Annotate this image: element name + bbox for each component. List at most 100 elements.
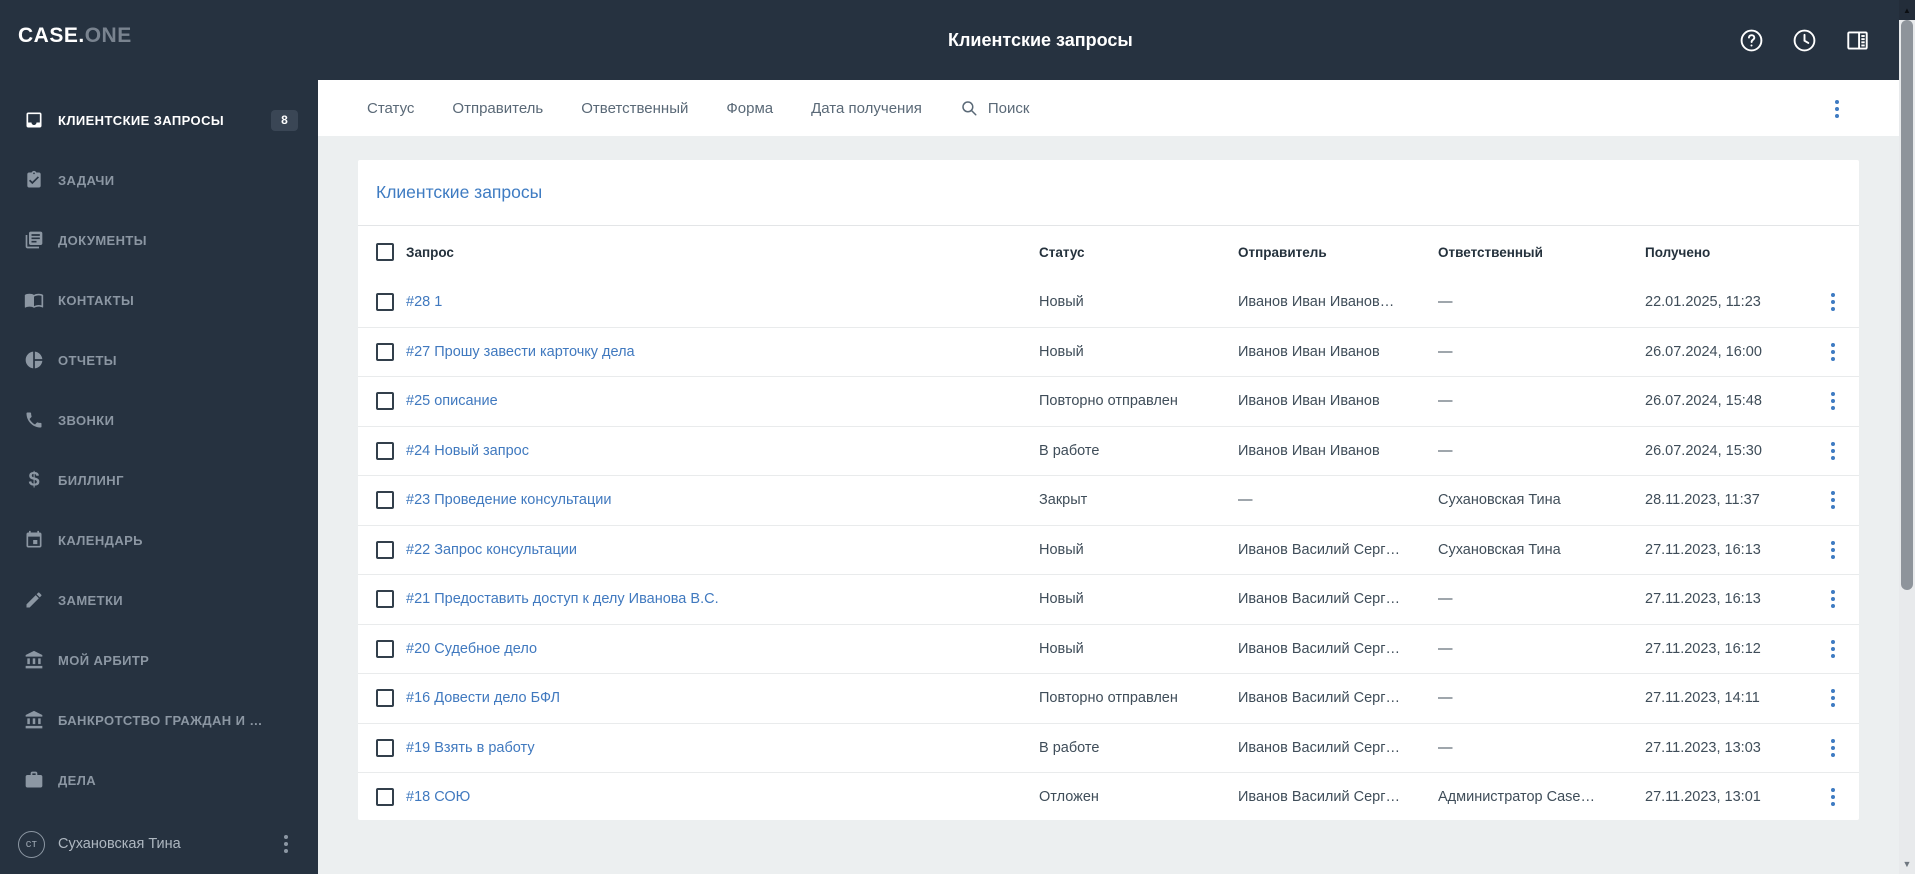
col-header-sender[interactable]: Отправитель [1238, 245, 1438, 260]
calendar-icon [24, 530, 44, 550]
sidebar-item-6[interactable]: $ БИЛЛИНГ [0, 450, 318, 510]
sidebar-item-2[interactable]: ДОКУМЕНТЫ [0, 210, 318, 270]
row-checkbox[interactable] [376, 689, 394, 708]
responsible-cell: — [1438, 591, 1453, 608]
table-body: #28 1 Новый Иванов Иван Иванов… — 22.01.… [358, 278, 1859, 820]
table-row: #22 Запрос консультации Новый Иванов Вас… [358, 526, 1859, 575]
row-checkbox[interactable] [376, 491, 394, 510]
history-clock-icon[interactable] [1791, 27, 1818, 54]
sidebar-item-7[interactable]: КАЛЕНДАРЬ [0, 510, 318, 570]
reports-icon [24, 350, 44, 370]
received-cell: 22.01.2025, 11:23 [1645, 294, 1761, 311]
bank-icon [24, 710, 44, 730]
request-link[interactable]: #27 Прошу завести карточку дела [406, 344, 1039, 360]
scrollbar-down-arrow-icon[interactable] [1899, 856, 1915, 872]
row-kebab-icon[interactable] [1827, 784, 1839, 810]
received-cell: 28.11.2023, 11:37 [1645, 492, 1760, 509]
layout-columns-icon[interactable] [1844, 27, 1871, 54]
responsible-cell: Сухановская Тина [1438, 541, 1561, 558]
inbox-icon [24, 110, 44, 130]
request-link[interactable]: #21 Предоставить доступ к делу Иванова В… [406, 591, 1039, 607]
filter-item-2[interactable]: Ответственный [581, 100, 688, 117]
scrollbar-up-arrow-icon[interactable] [1899, 0, 1915, 20]
sidebar-item-5[interactable]: ЗВОНКИ [0, 390, 318, 450]
main-content: Статус Отправитель Ответственный Форма Дата … [318, 80, 1899, 874]
status-cell: Новый [1039, 640, 1084, 657]
row-checkbox[interactable] [376, 342, 394, 361]
sidebar-item-11[interactable]: ДЕЛА [0, 750, 318, 810]
filter-item-3[interactable]: Форма [726, 100, 773, 117]
status-cell: В работе [1039, 442, 1100, 459]
row-kebab-icon[interactable] [1827, 487, 1839, 513]
row-checkbox[interactable] [376, 788, 394, 807]
table-row: #20 Судебное дело Новый Иванов Василий С… [358, 625, 1859, 674]
col-header-responsible[interactable]: Ответственный [1438, 245, 1645, 260]
page-scrollbar[interactable] [1899, 0, 1915, 874]
request-link[interactable]: #28 1 [406, 294, 1039, 310]
row-kebab-icon[interactable] [1827, 438, 1839, 464]
responsible-cell: — [1438, 640, 1453, 657]
sidebar-item-label: БАНКРОТСТВО ГРАЖДАН И … [58, 712, 263, 728]
select-all-checkbox[interactable] [376, 243, 394, 261]
row-checkbox[interactable] [376, 441, 394, 460]
filter-kebab-icon[interactable] [1831, 96, 1843, 122]
sidebar-item-0[interactable]: КЛИЕНТСКИЕ ЗАПРОСЫ 8 [0, 90, 318, 150]
table-row: #19 Взять в работу В работе Иванов Васил… [358, 724, 1859, 773]
user-menu-kebab-icon[interactable] [280, 831, 292, 857]
row-checkbox[interactable] [376, 738, 394, 757]
search-label: Поиск [987, 99, 1030, 117]
row-kebab-icon[interactable] [1827, 537, 1839, 563]
sidebar-item-label: КАЛЕНДАРЬ [58, 532, 143, 548]
card-title: Клиентские запросы [358, 160, 1859, 226]
request-link[interactable]: #18 СОЮ [406, 789, 1039, 805]
row-checkbox[interactable] [376, 392, 394, 411]
help-icon[interactable] [1738, 27, 1765, 54]
col-header-status[interactable]: Статус [1039, 245, 1238, 260]
sidebar-item-3[interactable]: КОНТАКТЫ [0, 270, 318, 330]
sidebar-item-10[interactable]: БАНКРОТСТВО ГРАЖДАН И … [0, 690, 318, 750]
col-header-request[interactable]: Запрос [406, 245, 1039, 260]
row-kebab-icon[interactable] [1827, 339, 1839, 365]
request-link[interactable]: #23 Проведение консультации [406, 492, 1039, 508]
sender-cell: Иванов Иван Иванов… [1238, 294, 1395, 311]
row-kebab-icon[interactable] [1827, 636, 1839, 662]
request-link[interactable]: #24 Новый запрос [406, 443, 1039, 459]
filter-item-4[interactable]: Дата получения [811, 100, 922, 117]
search-box[interactable]: Поиск [960, 99, 1030, 117]
user-name: Сухановская Тина [58, 836, 181, 852]
requests-card: Клиентские запросы Запрос Статус Отправи… [358, 160, 1859, 820]
request-link[interactable]: #19 Взять в работу [406, 740, 1039, 756]
received-cell: 27.11.2023, 13:03 [1645, 739, 1761, 756]
user-row[interactable]: ст Сухановская Тина [0, 827, 318, 861]
row-checkbox[interactable] [376, 590, 394, 609]
row-kebab-icon[interactable] [1827, 586, 1839, 612]
sidebar-item-9[interactable]: МОЙ АРБИТР [0, 630, 318, 690]
sidebar-item-4[interactable]: ОТЧЕТЫ [0, 330, 318, 390]
status-cell: Повторно отправлен [1039, 690, 1178, 707]
row-kebab-icon[interactable] [1827, 289, 1839, 315]
filter-bar: Статус Отправитель Ответственный Форма Дата … [318, 80, 1899, 136]
sidebar-item-label: ДОКУМЕНТЫ [58, 232, 147, 248]
status-cell: Новый [1039, 294, 1084, 311]
col-header-received[interactable]: Получено [1645, 245, 1810, 260]
received-cell: 27.11.2023, 14:11 [1645, 690, 1760, 707]
request-link[interactable]: #22 Запрос консультации [406, 542, 1039, 558]
scrollbar-thumb[interactable] [1901, 20, 1913, 590]
request-link[interactable]: #25 описание [406, 393, 1039, 409]
contacts-icon [24, 290, 44, 310]
row-checkbox[interactable] [376, 540, 394, 559]
row-kebab-icon[interactable] [1827, 685, 1839, 711]
responsible-cell: — [1438, 690, 1453, 707]
row-kebab-icon[interactable] [1827, 388, 1839, 414]
filter-item-0[interactable]: Статус [367, 100, 414, 117]
sender-cell: Иванов Иван Иванов [1238, 442, 1380, 459]
request-link[interactable]: #16 Довести дело БФЛ [406, 690, 1039, 706]
filter-item-1[interactable]: Отправитель [452, 100, 543, 117]
row-kebab-icon[interactable] [1827, 735, 1839, 761]
phone-icon [24, 410, 44, 430]
request-link[interactable]: #20 Судебное дело [406, 641, 1039, 657]
sidebar-item-8[interactable]: ЗАМЕТКИ [0, 570, 318, 630]
row-checkbox[interactable] [376, 293, 394, 312]
row-checkbox[interactable] [376, 639, 394, 658]
sidebar-item-1[interactable]: ЗАДАЧИ [0, 150, 318, 210]
